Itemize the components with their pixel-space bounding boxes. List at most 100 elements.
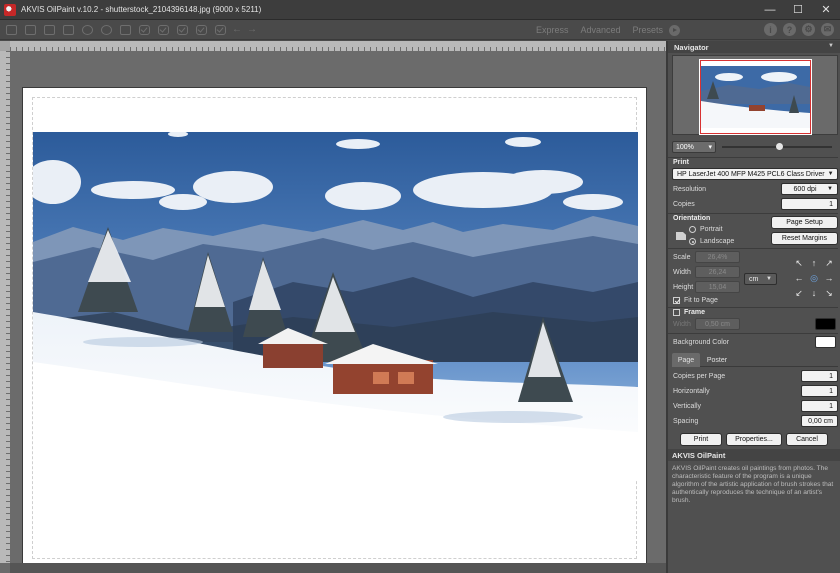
frame-color-swatch[interactable] — [815, 318, 836, 330]
zoom-select[interactable]: 100% ▾ — [672, 141, 716, 153]
chevron-down-icon: ▾ — [708, 144, 712, 151]
chevron-down-icon[interactable]: ▼ — [828, 43, 834, 49]
chevron-down-icon: ▼ — [827, 171, 834, 177]
brush-icon[interactable] — [136, 23, 152, 37]
align-bottom-icon[interactable]: ↓ — [809, 288, 819, 298]
align-left-icon[interactable]: ← — [794, 273, 804, 283]
mode-advanced-tab[interactable]: Advanced — [580, 25, 620, 35]
vertically-field[interactable]: 1 — [801, 400, 838, 412]
toolbar: ← → Express Advanced Presets i ? ⚙ ✉ — [0, 20, 840, 40]
settings-icon[interactable]: ⚙ — [802, 23, 815, 36]
frame-label: Frame — [684, 309, 706, 316]
page-poster-tabs: Page Poster — [672, 353, 838, 367]
navigator-preview[interactable] — [672, 55, 838, 135]
align-bottom-left-icon[interactable]: ↙ — [794, 288, 804, 298]
spacing-field[interactable]: 0,00 cm — [801, 415, 838, 427]
copies-field[interactable]: 1 — [781, 198, 838, 210]
news-icon[interactable]: ✉ — [821, 23, 834, 36]
align-top-icon[interactable]: ↑ — [809, 258, 819, 268]
run-icon[interactable] — [669, 24, 680, 36]
history-brush-icon[interactable] — [193, 23, 209, 37]
navigator-viewport-frame[interactable] — [700, 60, 811, 134]
resolution-value: 600 dpi — [793, 185, 817, 193]
divider — [668, 333, 838, 334]
description-header: AKVIS OilPaint — [668, 449, 840, 461]
align-top-left-icon[interactable]: ↖ — [794, 258, 804, 268]
spacing-label: Spacing — [673, 418, 699, 425]
frame-checkbox[interactable] — [673, 309, 680, 316]
orientation-title: Orientation — [673, 215, 711, 222]
portrait-radio[interactable] — [689, 226, 696, 233]
width-field[interactable]: 26,24 — [695, 266, 740, 278]
background-color-swatch[interactable] — [815, 336, 836, 348]
zoom-slider[interactable] — [722, 143, 832, 150]
fit-to-page-label: Fit to Page — [684, 297, 718, 304]
print-button[interactable]: Print — [680, 433, 722, 446]
tab-page[interactable]: Page — [672, 353, 700, 367]
resolution-label: Resolution — [673, 186, 707, 193]
zoom-value: 100% — [676, 143, 694, 151]
app-logo-icon — [4, 3, 16, 16]
chevron-down-icon: ▼ — [827, 186, 833, 192]
unit-value: cm — [749, 275, 759, 283]
eraser-icon[interactable] — [155, 23, 171, 37]
mode-express-tab[interactable]: Express — [536, 25, 569, 35]
horizontal-scrollbar[interactable] — [10, 563, 666, 573]
scale-label: Scale — [673, 254, 691, 261]
height-label: Height — [673, 284, 694, 291]
share-icon[interactable] — [98, 23, 114, 37]
landscape-radio[interactable] — [689, 238, 696, 245]
reset-margins-button[interactable]: Reset Margins — [771, 232, 838, 245]
resolution-select[interactable]: 600 dpi ▼ — [781, 183, 838, 195]
maximize-button[interactable]: ☐ — [784, 0, 812, 20]
properties-button[interactable]: Properties... — [726, 433, 782, 446]
printer-name: HP LaserJet 400 MFP M425 PCL6 Class Driv… — [677, 170, 825, 178]
copies-per-page-field[interactable]: 1 — [801, 370, 838, 382]
align-right-icon[interactable]: → — [824, 273, 834, 283]
horizontally-label: Horizontally — [673, 388, 710, 395]
help-icon[interactable]: ? — [783, 23, 796, 36]
portrait-label: Portrait — [700, 226, 723, 233]
frame-width-field[interactable]: 0,50 cm — [695, 318, 740, 330]
navigator-title: Navigator — [674, 42, 709, 52]
frame-width-label: Width — [673, 321, 691, 328]
zoom-row: 100% ▾ — [672, 140, 838, 154]
apply-icon[interactable] — [212, 23, 228, 37]
print-preview-area[interactable] — [0, 41, 666, 573]
batch-icon[interactable] — [79, 23, 95, 37]
divider — [668, 307, 838, 308]
smudge-icon[interactable] — [174, 23, 190, 37]
effect-icon[interactable] — [117, 23, 133, 37]
undo-icon[interactable]: ← — [231, 23, 243, 37]
print-icon[interactable] — [60, 23, 76, 37]
tab-poster[interactable]: Poster — [702, 353, 732, 367]
description-text: AKVIS OilPaint creates oil paintings fro… — [672, 465, 834, 504]
chevron-down-icon: ▼ — [766, 276, 772, 282]
unit-select[interactable]: cm ▼ — [744, 273, 777, 285]
horizontally-field[interactable]: 1 — [801, 385, 838, 397]
save-icon[interactable] — [22, 23, 38, 37]
orientation-page-icon — [676, 232, 686, 240]
vertically-label: Vertically — [673, 403, 702, 410]
zoom-slider-knob[interactable] — [776, 143, 783, 150]
height-field[interactable]: 15,04 — [695, 281, 740, 293]
about-icon[interactable]: i — [764, 23, 777, 36]
settings-panel: Navigator ▼ 100% ▾ Print HP LaserJet 400… — [666, 41, 840, 573]
oil-painting-image — [33, 132, 638, 481]
cancel-button[interactable]: Cancel — [786, 433, 828, 446]
printer-select[interactable]: HP LaserJet 400 MFP M425 PCL6 Class Driv… — [672, 168, 838, 180]
close-button[interactable]: ✕ — [812, 0, 840, 20]
landscape-label: Landscape — [700, 238, 735, 245]
page-setup-button[interactable]: Page Setup — [771, 216, 838, 229]
align-center-icon[interactable]: ◎ — [809, 273, 819, 283]
mode-presets-tab[interactable]: Presets — [632, 25, 663, 35]
fit-to-page-checkbox[interactable] — [673, 297, 680, 304]
minimize-button[interactable]: — — [756, 0, 784, 20]
save-as-icon[interactable] — [41, 23, 57, 37]
redo-icon[interactable]: → — [246, 23, 258, 37]
align-bottom-right-icon[interactable]: ↘ — [824, 288, 834, 298]
open-icon[interactable] — [3, 23, 19, 37]
scale-field[interactable]: 26,4% — [695, 251, 740, 263]
align-top-right-icon[interactable]: ↗ — [824, 258, 834, 268]
ruler-corner — [0, 41, 10, 51]
